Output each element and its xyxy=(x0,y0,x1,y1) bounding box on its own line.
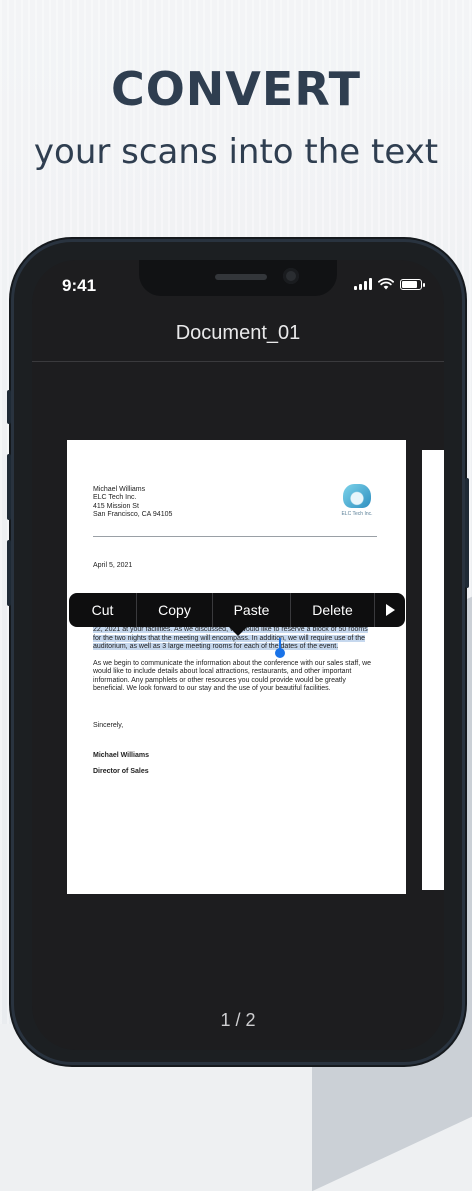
letter-closing: Sincerely, xyxy=(93,722,124,729)
signal-icon xyxy=(354,278,372,290)
signature-title: Director of Sales xyxy=(93,768,149,775)
address-line: San Francisco, CA 94105 xyxy=(93,510,173,518)
signature-name: Michael Williams xyxy=(93,752,149,759)
next-page-preview[interactable] xyxy=(422,450,444,890)
document-page[interactable]: Michael Williams ELC Tech Inc. 415 Missi… xyxy=(67,440,406,894)
copy-menu-item[interactable]: Copy xyxy=(137,593,213,627)
address-line: Michael Williams xyxy=(93,486,146,493)
address-line: 415 Mission St xyxy=(93,502,139,510)
address-line: ELC Tech Inc. xyxy=(93,494,137,502)
wifi-icon xyxy=(378,278,394,290)
document-title: Document_01 xyxy=(175,322,301,344)
menu-pointer xyxy=(229,627,247,636)
selection-end-handle[interactable] xyxy=(275,648,285,658)
phone-screen: 9:41 Document_01 Michael Williams ELC Te… xyxy=(32,260,444,1050)
company-logo: ELC Tech Inc. xyxy=(337,484,377,518)
paste-menu-item[interactable]: Paste xyxy=(213,593,291,627)
play-arrow-icon xyxy=(386,604,395,616)
page-counter: 1 / 2 xyxy=(220,1010,256,1030)
volume-down-button xyxy=(7,540,11,606)
speaker-grille xyxy=(215,274,267,280)
status-time: 9:41 xyxy=(62,276,97,295)
power-button xyxy=(465,478,469,588)
logo-mark xyxy=(343,484,371,508)
sender-address: Michael Williams ELC Tech Inc. 415 Missi… xyxy=(93,486,172,519)
document-divider xyxy=(93,536,377,537)
letter-date: April 5, 2021 xyxy=(93,562,133,569)
volume-up-button xyxy=(7,454,11,520)
mute-switch xyxy=(7,390,11,424)
nav-divider xyxy=(32,361,444,362)
promo-headline: CONVERT xyxy=(110,62,362,116)
logo-text: ELC Tech Inc. xyxy=(341,511,373,517)
battery-icon xyxy=(400,278,425,290)
front-camera xyxy=(283,268,299,284)
paragraph: As we begin to communicate the informati… xyxy=(93,660,372,692)
delete-menu-item[interactable]: Delete xyxy=(291,593,375,627)
text-context-menu: Cut Copy Paste Delete xyxy=(69,593,405,636)
phone-frame: 9:41 Document_01 Michael Williams ELC Te… xyxy=(7,242,469,1062)
promo-subheadline: your scans into the text xyxy=(33,132,439,172)
notch xyxy=(139,260,337,296)
more-menu-button[interactable] xyxy=(375,604,405,616)
cut-menu-item[interactable]: Cut xyxy=(69,593,137,627)
status-icons xyxy=(354,278,425,290)
